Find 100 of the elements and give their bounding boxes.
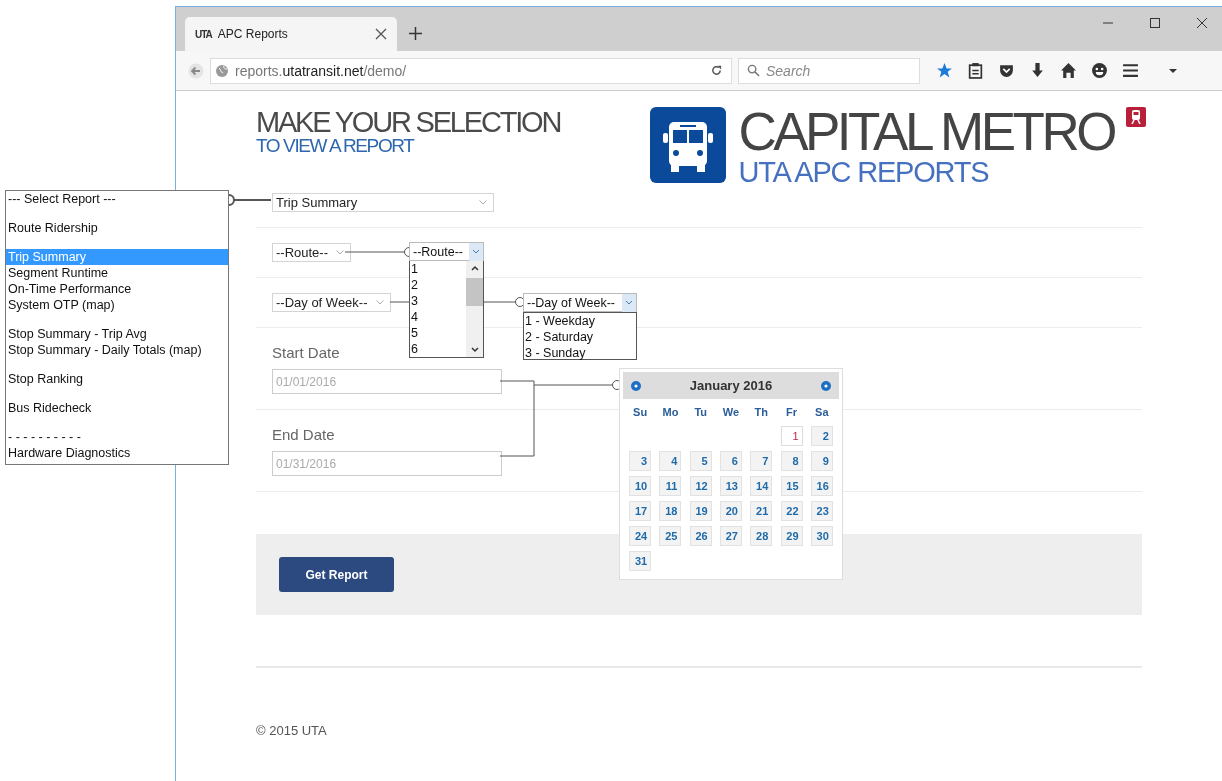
chevron-icon	[469, 242, 483, 261]
close-icon[interactable]	[1196, 17, 1208, 29]
list-option[interactable]: Segment Runtime	[6, 265, 228, 281]
list-option[interactable]: Stop Summary - Daily Totals (map)	[6, 342, 228, 358]
weekday-label: Mo	[661, 405, 680, 420]
list-option[interactable]: System OTP (map)	[6, 297, 228, 313]
next-icon[interactable]	[821, 380, 831, 391]
list-option[interactable]: 4	[411, 309, 466, 325]
chevron-icon	[375, 300, 384, 305]
calendar-day[interactable]: 14	[750, 476, 773, 496]
previous-icon[interactable]	[631, 380, 641, 391]
home-icon[interactable]	[1060, 62, 1077, 79]
calendar-day[interactable]: 17	[629, 501, 652, 521]
list-option[interactable]: Bus Ridecheck	[6, 400, 228, 416]
calendar-day[interactable]: 25	[659, 526, 682, 546]
list-option[interactable]: - - - - - - - - - -	[6, 429, 228, 445]
list-option[interactable]: 3	[411, 293, 466, 309]
weekday-label: Fr	[785, 405, 799, 420]
globe-icon	[215, 63, 229, 78]
weekday-label: Th	[753, 405, 769, 420]
menu-icon[interactable]	[1122, 62, 1139, 79]
brand-name: CAPITAL METRO	[738, 105, 1114, 159]
clipboard-icon[interactable]	[967, 62, 984, 79]
calendar-day[interactable]: 20	[720, 501, 742, 521]
calendar-day[interactable]: 10	[629, 476, 652, 496]
chevron-icon	[479, 200, 487, 205]
caret-icon[interactable]	[1169, 66, 1177, 75]
plus-icon[interactable]	[409, 27, 422, 40]
calendar-day[interactable]: 3	[629, 451, 652, 471]
list-option[interactable]: 2 - Saturday	[525, 329, 636, 345]
calendar-day[interactable]: 27	[720, 526, 742, 546]
smiley-icon[interactable]	[1091, 62, 1108, 79]
list-option[interactable]: 1 - Weekday	[525, 313, 636, 329]
get-report-button[interactable]: Get Report	[279, 557, 394, 592]
url-text: reports.utatransit.net/demo/	[235, 62, 408, 79]
pocket-icon[interactable]	[998, 62, 1015, 79]
day-select[interactable]: --Day of Week--	[272, 293, 391, 312]
calendar-day[interactable]: 7	[750, 451, 773, 471]
list-option[interactable]: 2	[411, 277, 466, 293]
calendar-day[interactable]: 6	[720, 451, 742, 471]
day-select[interactable]: --Day of Week--	[523, 293, 637, 312]
calendar-day[interactable]: 31	[629, 551, 652, 571]
calendar-day[interactable]: 8	[780, 451, 803, 471]
copyright-text: © 2015 UTA	[256, 723, 328, 738]
chevron-icon	[336, 250, 344, 255]
brand-subtitle: UTA APC REPORTS	[738, 159, 990, 185]
route-select[interactable]: --Route--	[409, 242, 484, 261]
route-select[interactable]: --Route--	[272, 243, 351, 262]
calendar-day[interactable]: 5	[689, 451, 712, 471]
list-option[interactable]: 3 - Sunday	[525, 345, 636, 361]
tab-logo: UTA	[195, 28, 212, 40]
field-label: Start Date	[272, 344, 340, 361]
browser-tab[interactable]: UTA APC Reports	[185, 17, 397, 51]
calendar-day[interactable]: 1	[780, 426, 803, 446]
scrollbar[interactable]	[466, 261, 483, 357]
list-option[interactable]: On-Time Performance	[6, 281, 228, 297]
list-option[interactable]: Hardware Diagnostics	[6, 445, 228, 461]
list-option[interactable]: 5	[411, 325, 466, 341]
calendar-day[interactable]: 18	[659, 501, 682, 521]
weekday-label: Sa	[814, 405, 830, 420]
train-icon	[1126, 107, 1146, 127]
calendar-day[interactable]: 28	[750, 526, 773, 546]
search-icon	[747, 64, 760, 77]
list-option[interactable]: --- Select Report ---	[6, 191, 228, 207]
maximize-icon[interactable]	[1149, 17, 1161, 29]
calendar-day[interactable]: 21	[750, 501, 773, 521]
list-option[interactable]: Trip Summary	[6, 249, 228, 265]
calendar-day[interactable]: 23	[810, 501, 833, 521]
weekday-label: Su	[632, 405, 649, 420]
calendar-day[interactable]: 2	[810, 426, 833, 446]
weekday-label: Tu	[693, 405, 708, 420]
chevron-icon	[622, 293, 636, 312]
calendar-day[interactable]: 24	[629, 526, 652, 546]
address-bar[interactable]: reports.utatransit.net/demo/	[210, 57, 732, 84]
list-option[interactable]: 6	[411, 341, 466, 357]
reload-icon[interactable]	[710, 64, 723, 77]
calendar-day[interactable]: 29	[780, 526, 803, 546]
list-option[interactable]: Stop Ranking	[6, 371, 228, 387]
calendar-day[interactable]: 16	[810, 476, 833, 496]
calendar-day[interactable]: 19	[689, 501, 712, 521]
calendar-day[interactable]: 4	[659, 451, 682, 471]
calendar-day[interactable]: 13	[720, 476, 742, 496]
list-option[interactable]: Stop Summary - Trip Avg	[6, 326, 228, 342]
calendar-day[interactable]: 9	[810, 451, 833, 471]
list-option[interactable]: Route Ridership	[6, 220, 228, 236]
search-field[interactable]: Search	[738, 57, 920, 84]
calendar-day[interactable]: 15	[780, 476, 803, 496]
calendar-day[interactable]: 26	[689, 526, 712, 546]
star-icon[interactable]	[936, 62, 953, 79]
month-title: January 2016	[689, 378, 773, 393]
calendar-day[interactable]: 12	[689, 476, 712, 496]
scrollbar-thumb[interactable]	[466, 278, 483, 306]
back-icon[interactable]	[188, 62, 204, 79]
report-select[interactable]: Trip Summary	[272, 193, 494, 212]
weekday-label: We	[721, 405, 741, 420]
list-option[interactable]: 1	[411, 261, 466, 277]
calendar-day[interactable]: 22	[780, 501, 803, 521]
calendar-day[interactable]: 30	[810, 526, 833, 546]
calendar-day[interactable]: 11	[659, 476, 682, 496]
close-icon[interactable]	[375, 28, 387, 40]
